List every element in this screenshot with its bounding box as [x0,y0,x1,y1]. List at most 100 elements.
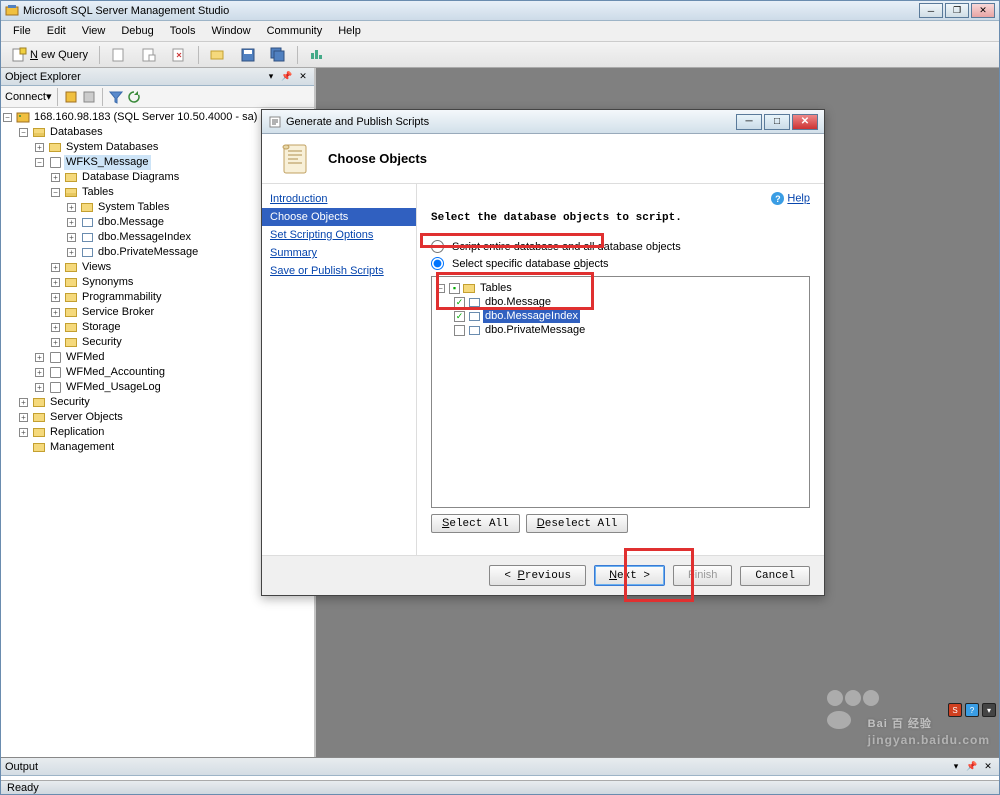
dialog-minimize-button[interactable]: ─ [736,114,762,130]
tree-system-tables[interactable]: System Tables [96,200,171,215]
expand-icon[interactable]: + [51,278,60,287]
expand-icon[interactable]: + [19,413,28,422]
tray-icon-2[interactable]: ? [965,703,979,717]
dropdown-icon[interactable]: ▾ [264,70,278,84]
tree-tbl-messageindex[interactable]: dbo.MessageIndex [96,230,193,245]
nav-introduction[interactable]: Introduction [262,190,416,208]
dialog-titlebar[interactable]: Generate and Publish Scripts ─ □ ✕ [262,110,824,134]
tree-db-wfmed[interactable]: WFMed [64,350,107,365]
cancel-button[interactable]: Cancel [740,566,810,586]
object-explorer-header[interactable]: Object Explorer ▾ 📌 ✕ [1,68,314,86]
dialog-close-button[interactable]: ✕ [792,114,818,130]
tree-management[interactable]: Management [48,440,116,455]
checkbox-dbo-privatemessage[interactable] [454,325,465,336]
menu-tools[interactable]: Tools [162,23,204,39]
filter-icon[interactable] [108,89,124,105]
radio-specific-objects-input[interactable] [431,257,444,270]
connect-plug-icon[interactable] [63,89,79,105]
expand-icon[interactable]: − [19,128,28,137]
toolbar-icon-2[interactable] [135,44,163,66]
tree-tables[interactable]: Tables [80,185,116,200]
nav-save-publish[interactable]: Save or Publish Scripts [262,262,416,280]
tree-replication[interactable]: Replication [48,425,106,440]
next-button[interactable]: Next > [594,565,665,586]
expand-icon[interactable]: + [35,383,44,392]
new-query-button[interactable]: New Query [5,44,94,66]
toolbar-icon-3[interactable] [165,44,193,66]
tree-service-broker[interactable]: Service Broker [80,305,156,320]
pin-icon[interactable]: 📌 [280,70,294,84]
expand-icon[interactable]: + [51,323,60,332]
tree-system-db[interactable]: System Databases [64,140,160,155]
tree-storage[interactable]: Storage [80,320,123,335]
tray-icon-3[interactable]: ▾ [982,703,996,717]
menu-edit[interactable]: Edit [39,23,74,39]
tree-views[interactable]: Views [80,260,113,275]
objects-t1[interactable]: dbo.Message [483,295,553,309]
tree-server-node[interactable]: 168.160.98.183 (SQL Server 10.50.4000 - … [32,110,259,125]
tree-tbl-privatemessage[interactable]: dbo.PrivateMessage [96,245,200,260]
menu-community[interactable]: Community [259,23,331,39]
tree-security-node[interactable]: Security [80,335,124,350]
checkbox-tables[interactable]: ▪ [449,283,460,294]
tree-db-wfmed-log[interactable]: WFMed_UsageLog [64,380,163,395]
toolbar-open-icon[interactable] [204,44,232,66]
expand-icon[interactable]: + [51,293,60,302]
close-panel-icon[interactable]: ✕ [981,760,995,774]
expand-icon[interactable]: + [51,308,60,317]
nav-scripting-options[interactable]: Set Scripting Options [262,226,416,244]
pin-icon[interactable]: 📌 [965,760,979,774]
expand-icon[interactable]: + [67,233,76,242]
maximize-button[interactable]: ❐ [945,3,969,18]
expand-icon[interactable]: + [19,398,28,407]
disconnect-icon[interactable] [81,89,97,105]
objects-t3[interactable]: dbo.PrivateMessage [483,323,587,337]
tree-synonyms[interactable]: Synonyms [80,275,135,290]
deselect-all-button[interactable]: Deselect All [526,514,629,533]
close-button[interactable]: ✕ [971,3,995,18]
expand-icon[interactable]: + [67,203,76,212]
connect-button[interactable]: Connect▾ [5,90,52,103]
dropdown-icon[interactable]: ▾ [949,760,963,774]
tree-server-objects[interactable]: Server Objects [48,410,125,425]
expand-icon[interactable]: + [35,143,44,152]
dialog-maximize-button[interactable]: □ [764,114,790,130]
menu-window[interactable]: Window [203,23,258,39]
menu-help[interactable]: Help [330,23,369,39]
objects-tables-node[interactable]: Tables [478,281,514,295]
refresh-icon[interactable] [126,89,142,105]
expand-icon[interactable]: − [35,158,44,167]
tree-databases[interactable]: Databases [48,125,105,140]
tree-db-wfks[interactable]: WFKS_Message [64,155,151,170]
tree-diagrams[interactable]: Database Diagrams [80,170,181,185]
menu-file[interactable]: File [5,23,39,39]
radio-entire-db[interactable]: Script entire database and all database … [431,240,810,253]
nav-summary[interactable]: Summary [262,244,416,262]
tray-icon-1[interactable]: S [948,703,962,717]
close-panel-icon[interactable]: ✕ [296,70,310,84]
expand-icon[interactable]: + [51,173,60,182]
help-link[interactable]: ?Help [771,192,810,206]
toolbar-activity-icon[interactable] [303,44,331,66]
output-panel-header[interactable]: Output ▾ 📌 ✕ [1,758,999,776]
radio-entire-db-input[interactable] [431,240,444,253]
expand-icon[interactable]: + [51,338,60,347]
menu-debug[interactable]: Debug [113,23,161,39]
expand-icon[interactable]: + [67,248,76,257]
select-all-button[interactable]: Select All [431,514,520,533]
expand-icon[interactable]: + [19,428,28,437]
tree-programmability[interactable]: Programmability [80,290,163,305]
toolbar-save-icon[interactable] [234,44,262,66]
checkbox-dbo-message[interactable]: ✓ [454,297,465,308]
previous-button[interactable]: < Previous [489,565,586,586]
nav-choose-objects[interactable]: Choose Objects [262,208,416,226]
expand-icon[interactable]: + [35,353,44,362]
expand-icon[interactable]: + [35,368,44,377]
tree-tbl-message[interactable]: dbo.Message [96,215,166,230]
expand-icon[interactable]: + [67,218,76,227]
toolbar-icon-1[interactable] [105,44,133,66]
objects-tree[interactable]: −▪Tables ✓dbo.Message ✓dbo.MessageIndex … [431,276,810,508]
tree-db-wfmed-acc[interactable]: WFMed_Accounting [64,365,167,380]
expand-icon[interactable]: − [436,284,445,293]
tree-security[interactable]: Security [48,395,92,410]
